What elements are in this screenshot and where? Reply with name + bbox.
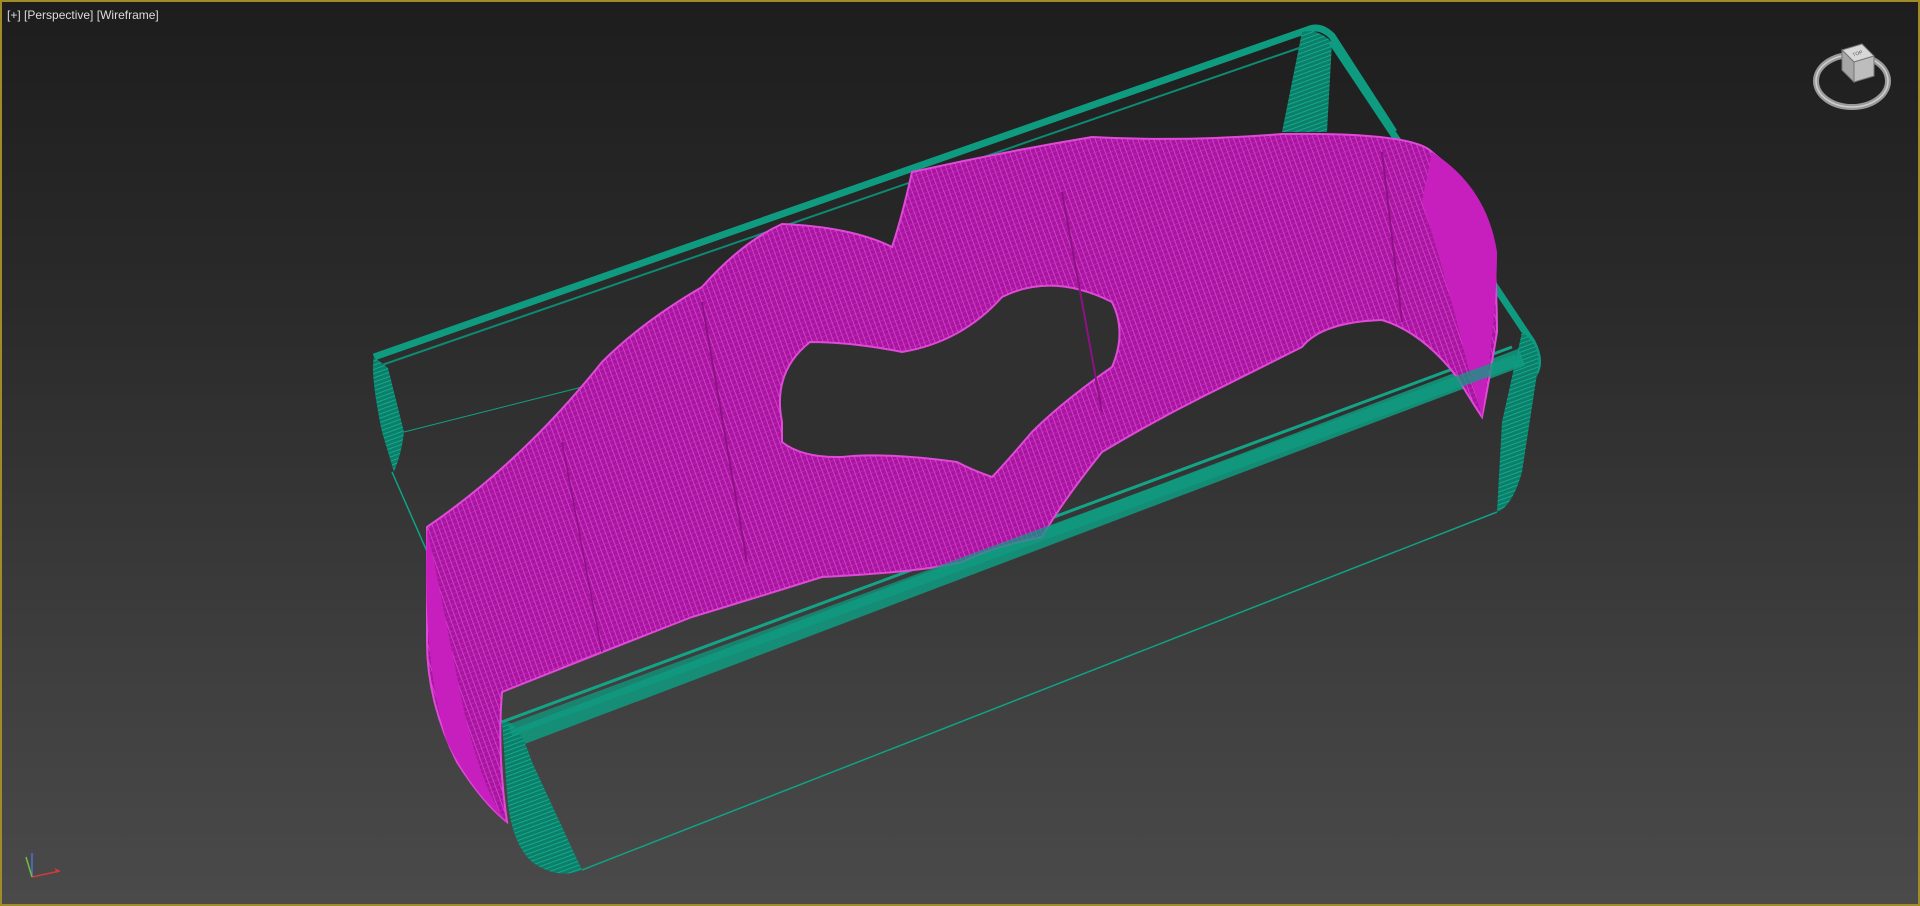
box-corner-back-left <box>373 357 404 472</box>
scene-canvas[interactable] <box>2 2 1918 904</box>
box-corner-back-right <box>1282 31 1332 132</box>
axis-tripod-icon <box>25 853 61 878</box>
box-corner-front-left <box>502 721 582 874</box>
perspective-viewport[interactable]: [+] [Perspective] [Wireframe] TOP <box>0 0 1920 906</box>
viewcube-icon[interactable]: TOP <box>1810 34 1896 120</box>
